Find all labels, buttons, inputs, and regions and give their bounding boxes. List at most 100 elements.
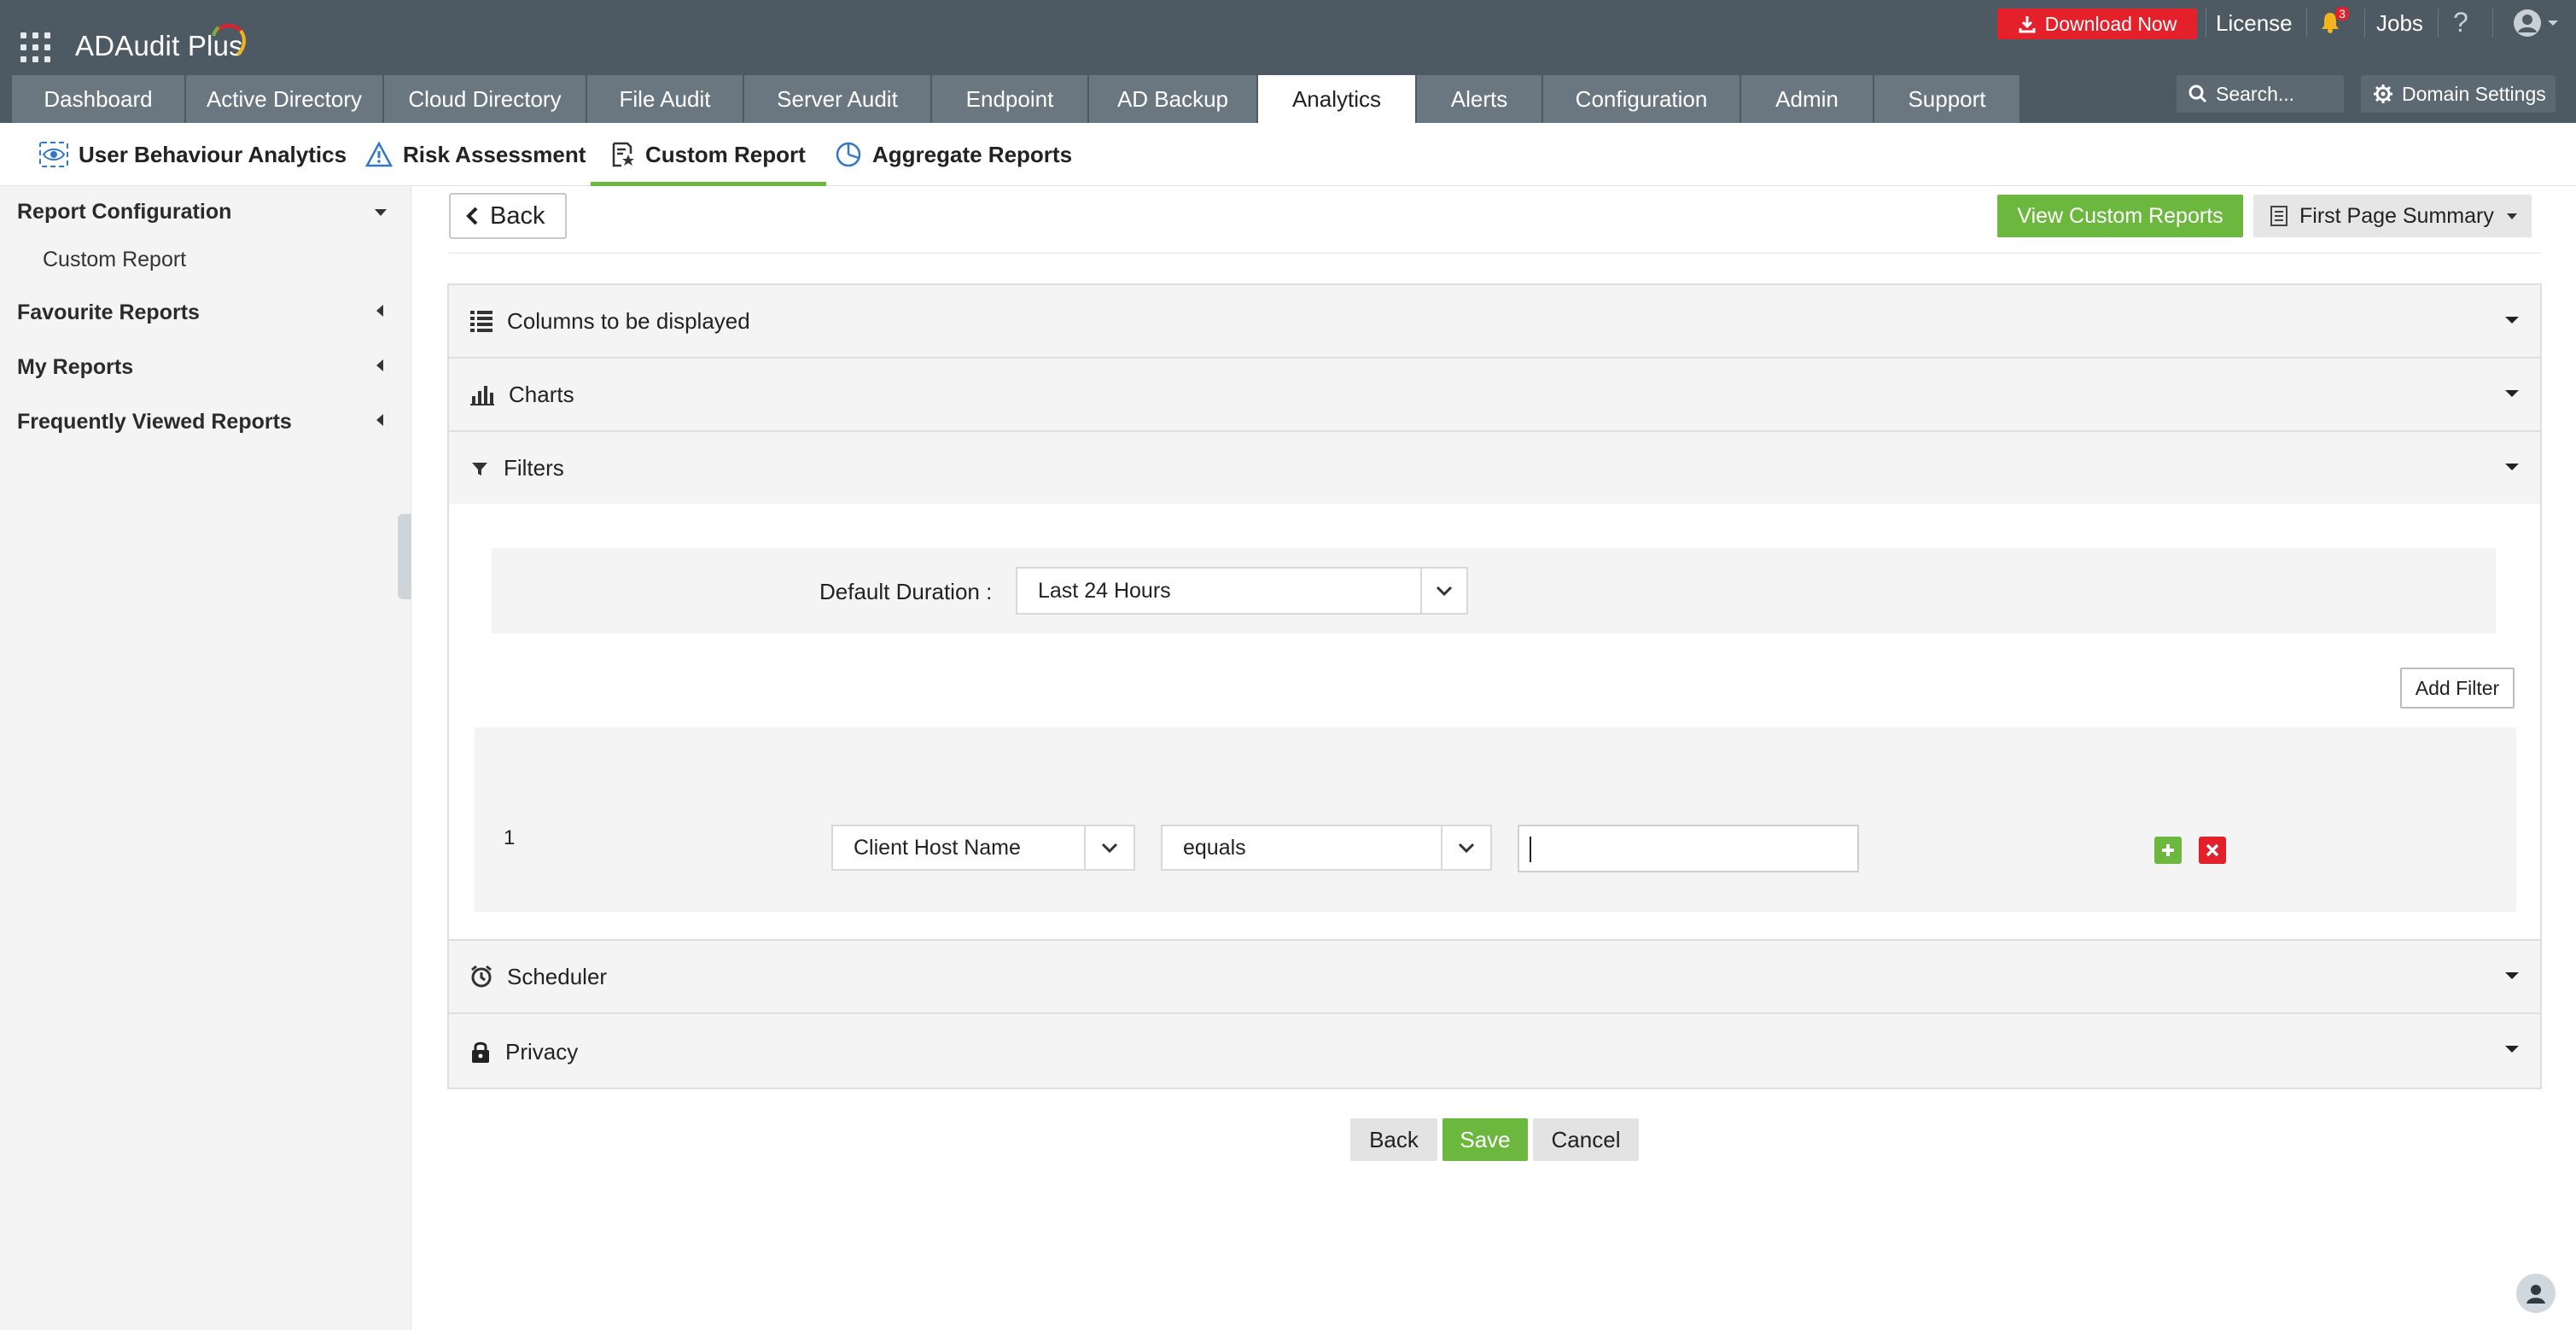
subnav-aggregate-reports[interactable]: Aggregate Reports — [835, 123, 1072, 186]
view-custom-reports-button[interactable]: View Custom Reports — [1997, 195, 2243, 237]
tab-support[interactable]: Support — [1874, 75, 2021, 123]
filters-panel-header[interactable]: Filters — [449, 432, 2540, 505]
sidebar-collapse-handle[interactable] — [398, 514, 411, 599]
license-link[interactable]: License — [2216, 10, 2293, 37]
report-config-accordion-bottom: Scheduler Privacy — [447, 939, 2542, 1089]
tab-active-directory[interactable]: Active Directory — [186, 75, 384, 123]
divider — [449, 253, 2542, 254]
columns-panel-header[interactable]: Columns to be displayed — [449, 285, 2540, 359]
chevron-down-icon — [1441, 826, 1490, 869]
subnav-user-behaviour-analytics[interactable]: User Behaviour Analytics — [39, 123, 347, 186]
remove-filter-row-button[interactable] — [2199, 837, 2226, 864]
privacy-panel-header[interactable]: Privacy — [449, 1014, 2540, 1089]
caret-left-icon[interactable] — [376, 413, 384, 427]
sidebar-section-report-configuration[interactable]: Report Configuration — [17, 200, 231, 225]
close-icon — [2206, 843, 2219, 857]
sidebar-section-my-reports[interactable]: My Reports — [17, 355, 133, 380]
caret-down-icon — [2506, 213, 2517, 219]
divider — [2438, 9, 2439, 38]
filter-field-value: Client Host Name — [854, 835, 1021, 860]
document-icon — [2270, 206, 2288, 226]
logo-swoosh-icon — [212, 24, 246, 56]
divider — [2492, 9, 2493, 38]
columns-list-icon — [470, 311, 492, 332]
cancel-button[interactable]: Cancel — [1533, 1118, 1639, 1161]
app-logo[interactable]: ADAudit Plus — [75, 24, 246, 67]
charts-panel-header[interactable]: Charts — [449, 359, 2540, 432]
tab-dashboard[interactable]: Dashboard — [12, 75, 186, 123]
filter-operator-select[interactable]: equals — [1161, 825, 1492, 871]
lock-icon — [472, 1041, 489, 1063]
main-tabs: Dashboard Active Directory Cloud Directo… — [12, 75, 2021, 123]
gear-icon — [2374, 85, 2392, 103]
tab-configuration[interactable]: Configuration — [1543, 75, 1741, 123]
caret-down-icon — [2505, 972, 2519, 979]
download-now-label: Download Now — [2044, 12, 2177, 35]
tab-file-audit[interactable]: File Audit — [587, 75, 744, 123]
add-filter-button[interactable]: Add Filter — [2400, 668, 2515, 709]
apps-grid-icon[interactable] — [20, 32, 51, 63]
subnav-risk-assessment[interactable]: Risk Assessment — [365, 123, 586, 186]
filter-field-select[interactable]: Client Host Name — [831, 825, 1135, 871]
pie-chart-icon — [836, 142, 861, 167]
warning-triangle-icon — [365, 142, 393, 167]
caret-down-icon — [2505, 317, 2519, 324]
tab-server-audit[interactable]: Server Audit — [744, 75, 932, 123]
plus-icon — [2162, 844, 2174, 856]
tab-alerts[interactable]: Alerts — [1417, 75, 1543, 123]
notification-count-badge: 3 — [2335, 7, 2349, 20]
subnav-custom-report[interactable]: Custom Report — [591, 123, 826, 186]
default-duration-row — [492, 548, 2496, 633]
filter-operator-value: equals — [1183, 835, 1246, 860]
first-page-summary-dropdown[interactable]: First Page Summary — [2253, 195, 2532, 237]
search-icon — [2188, 85, 2207, 103]
search-input[interactable]: Search... — [2177, 75, 2344, 113]
domain-settings-label: Domain Settings — [2402, 82, 2546, 105]
filter-funnel-icon — [472, 463, 487, 475]
back-button[interactable]: Back — [449, 193, 567, 239]
chevron-down-icon — [2548, 20, 2558, 26]
chat-assistant-icon[interactable] — [2516, 1274, 2556, 1313]
caret-down-icon[interactable] — [374, 208, 388, 217]
user-menu[interactable] — [2513, 9, 2559, 38]
footer-back-button[interactable]: Back — [1350, 1118, 1437, 1161]
divider — [2306, 9, 2307, 38]
tab-cloud-directory[interactable]: Cloud Directory — [384, 75, 587, 123]
charts-panel-title: Charts — [509, 381, 574, 407]
filter-value-input[interactable] — [1518, 825, 1859, 872]
caret-down-icon — [2505, 1046, 2519, 1053]
subnav-label: Risk Assessment — [403, 141, 586, 167]
tab-admin[interactable]: Admin — [1741, 75, 1874, 123]
chevron-down-icon — [1420, 569, 1466, 613]
top-bar: ADAudit Plus Download Now License 3 Jobs… — [0, 0, 2576, 123]
domain-settings-button[interactable]: Domain Settings — [2361, 75, 2556, 113]
default-duration-select[interactable]: Last 24 Hours — [1016, 567, 1468, 615]
tab-endpoint[interactable]: Endpoint — [932, 75, 1089, 123]
divider — [2364, 9, 2365, 38]
filter-row-index: 1 — [504, 826, 516, 849]
filter-row — [475, 727, 2516, 912]
sidebar-section-favourite-reports[interactable]: Favourite Reports — [17, 300, 200, 325]
chevron-down-icon — [1084, 826, 1134, 869]
filters-panel-title: Filters — [504, 454, 564, 481]
help-icon[interactable]: ? — [2453, 7, 2468, 38]
subnav-label: Aggregate Reports — [872, 141, 1073, 167]
search-placeholder: Search... — [2216, 82, 2295, 105]
save-button[interactable]: Save — [1442, 1118, 1528, 1161]
caret-down-icon — [2505, 464, 2519, 470]
sub-navigation: User Behaviour Analytics Risk Assessment… — [0, 123, 2576, 186]
default-duration-value: Last 24 Hours — [1038, 578, 1171, 603]
download-now-button[interactable]: Download Now — [1997, 9, 2197, 39]
scheduler-panel-header[interactable]: Scheduler — [449, 941, 2540, 1014]
tab-analytics[interactable]: Analytics — [1258, 75, 1417, 123]
caret-left-icon[interactable] — [376, 304, 384, 318]
sidebar-item-custom-report[interactable]: Custom Report — [43, 248, 186, 272]
caret-left-icon[interactable] — [376, 359, 384, 372]
tab-ad-backup[interactable]: AD Backup — [1089, 75, 1258, 123]
add-filter-row-button[interactable] — [2154, 837, 2182, 864]
jobs-link[interactable]: Jobs — [2376, 10, 2423, 37]
sidebar: Report Configuration Custom Report Favou… — [0, 186, 411, 1330]
text-cursor — [1530, 837, 1531, 862]
sidebar-section-frequently-viewed-reports[interactable]: Frequently Viewed Reports — [17, 410, 292, 435]
alarm-clock-icon — [471, 965, 492, 988]
